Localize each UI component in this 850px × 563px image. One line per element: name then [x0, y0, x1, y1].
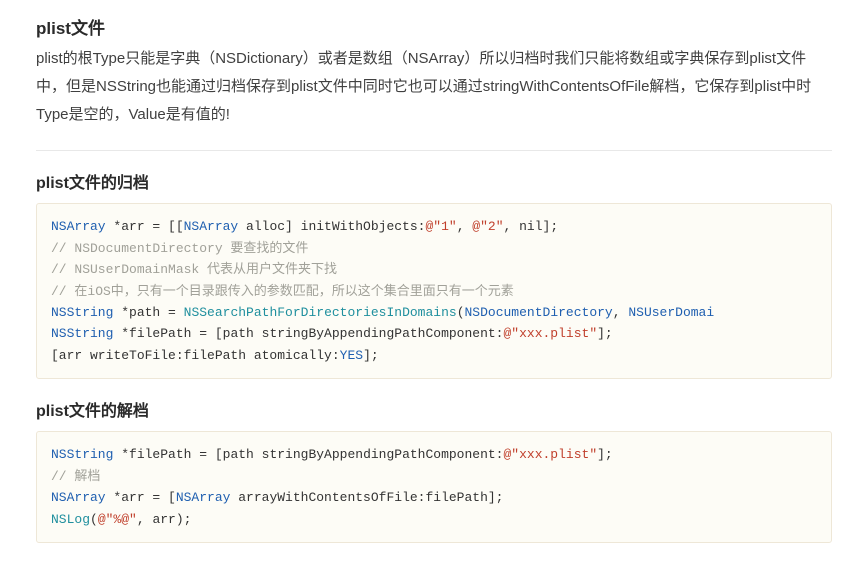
section-title: plist文件 — [36, 14, 832, 39]
unarchive-title: plist文件的解档 — [36, 397, 832, 421]
unarchive-code-block: NSString *filePath = [path stringByAppen… — [36, 431, 832, 543]
archive-title: plist文件的归档 — [36, 169, 832, 193]
archive-code-block: NSArray *arr = [[NSArray alloc] initWith… — [36, 203, 832, 379]
section-description: plist的根Type只能是字典（NSDictionary）或者是数组（NSAr… — [36, 45, 832, 128]
divider — [36, 150, 832, 151]
